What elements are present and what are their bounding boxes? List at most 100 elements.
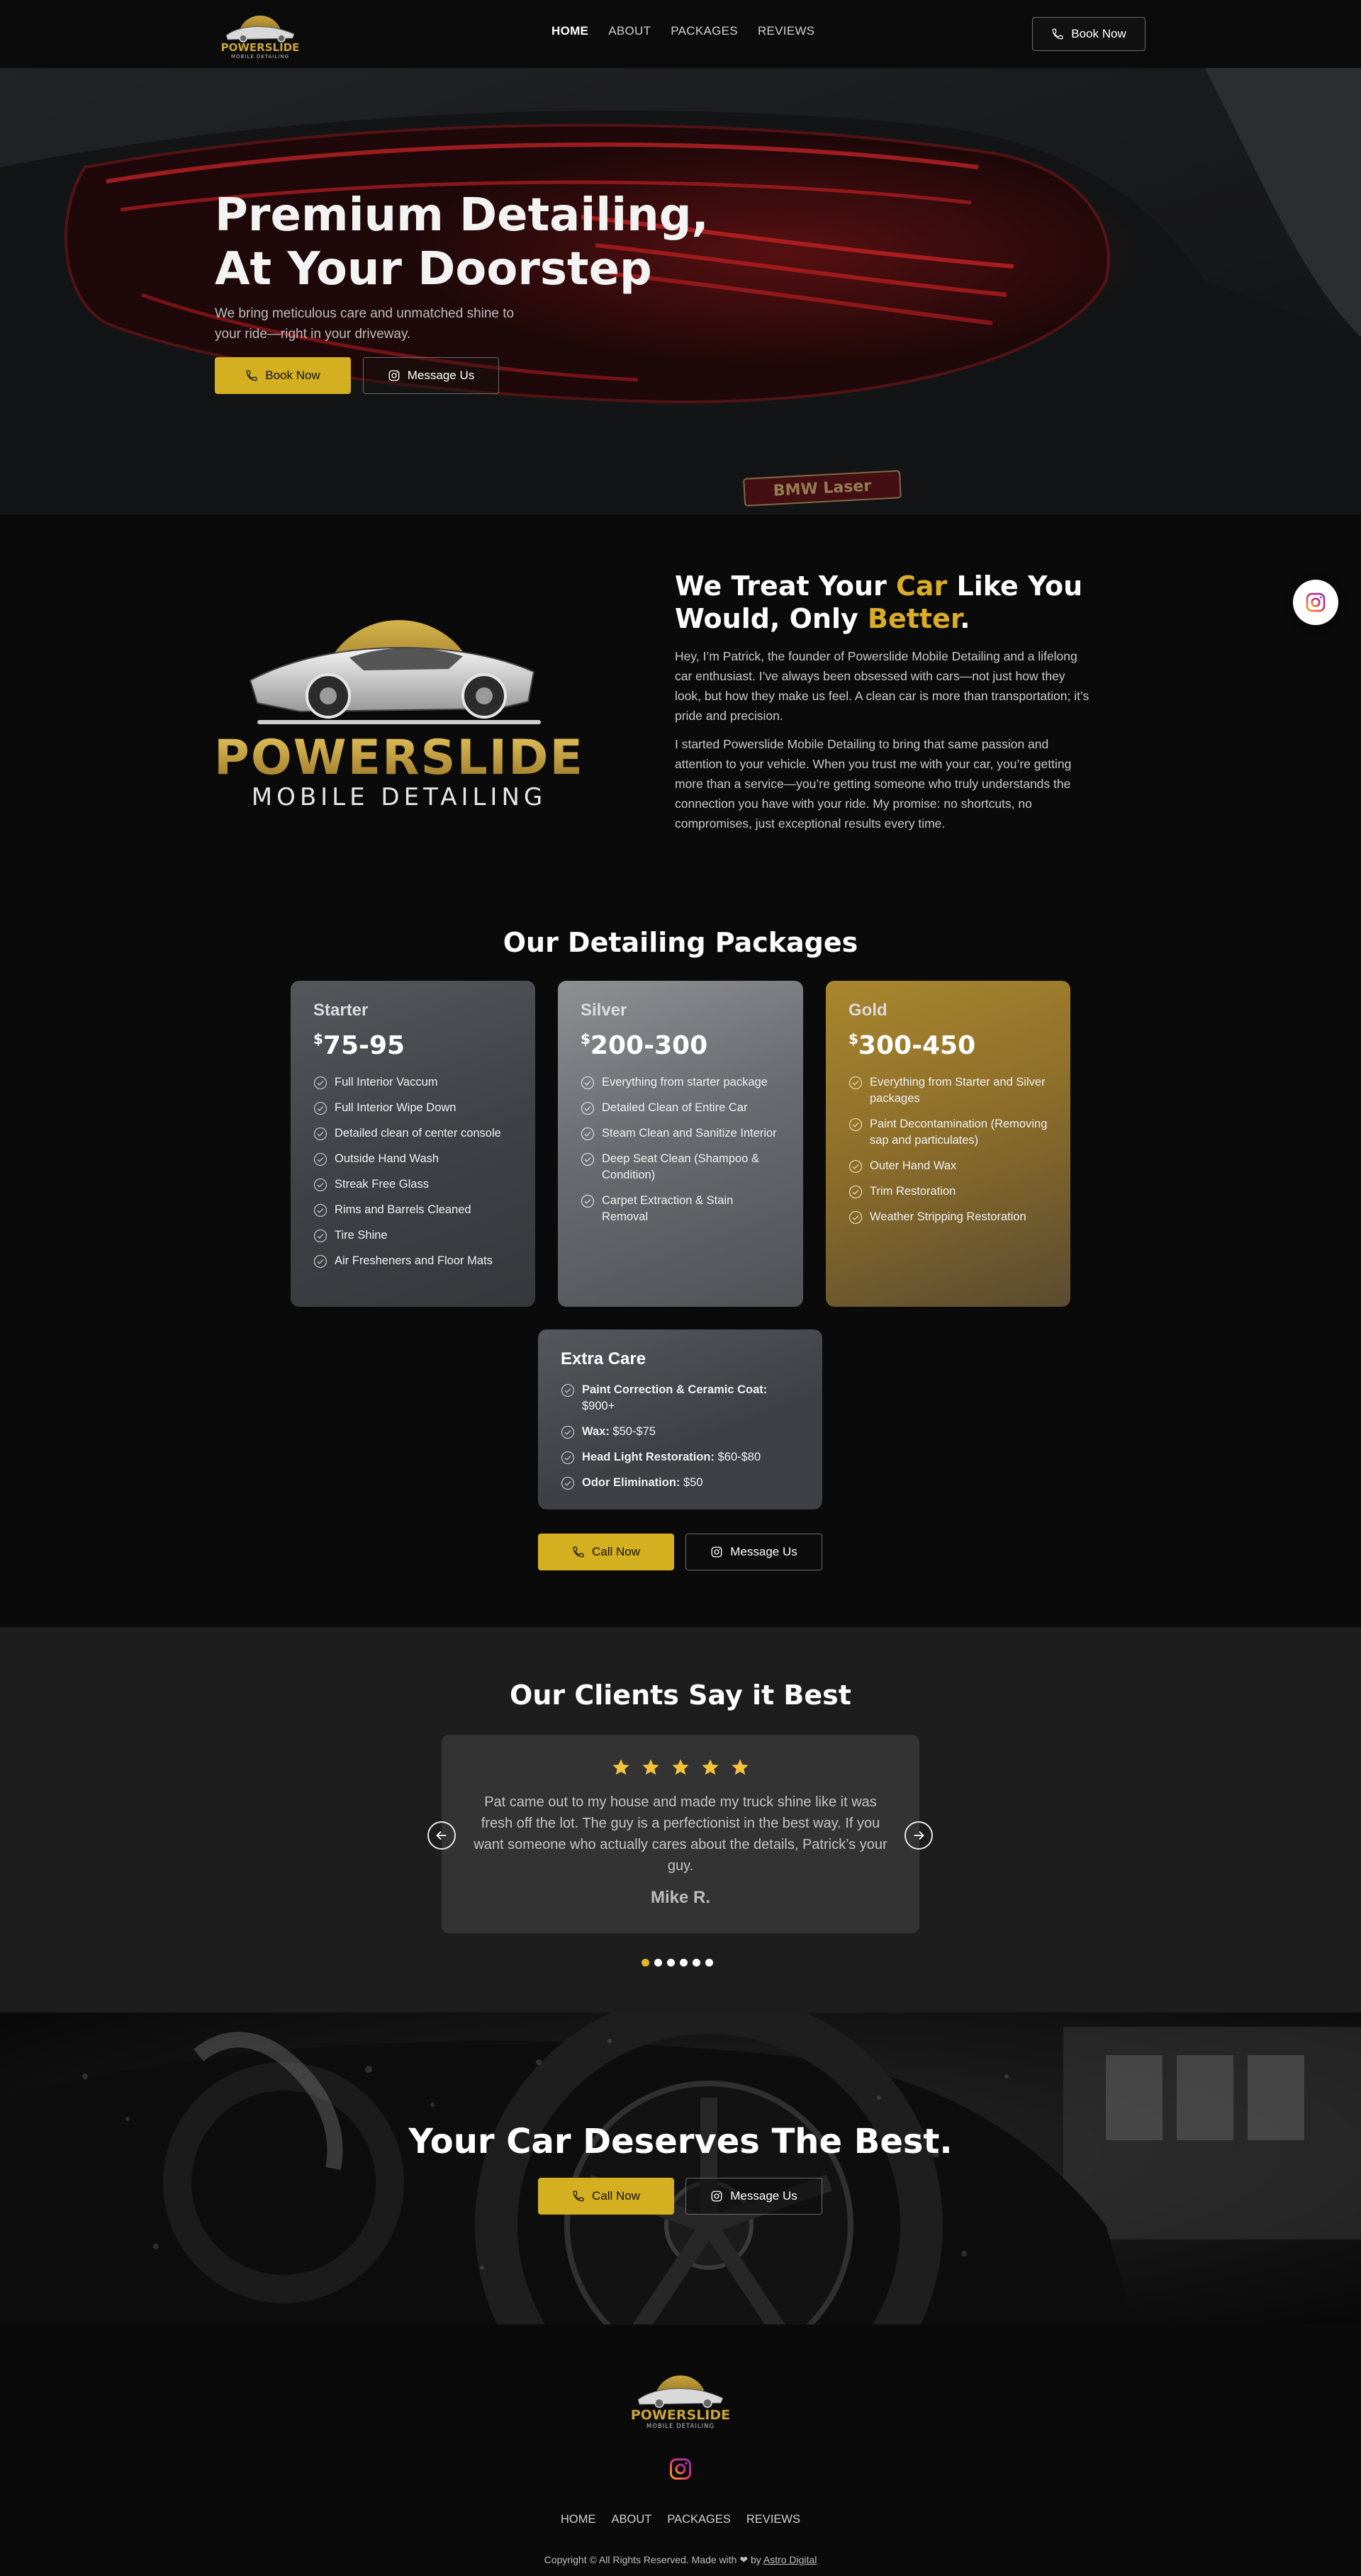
footer-logo[interactable]: POWERSLIDE MOBILE DETAILING	[624, 2364, 737, 2432]
packages-message-us-button[interactable]: Message Us	[685, 1534, 822, 1570]
hero-book-now-button[interactable]: Book Now	[215, 357, 351, 394]
feature-text: Full Interior Wipe Down	[335, 1101, 457, 1114]
feature-text: Tire Shine	[335, 1229, 388, 1242]
feature-text: Weather Stripping Restoration	[870, 1210, 1026, 1223]
phone-icon	[1052, 28, 1063, 40]
nav-link-about[interactable]: ABOUT	[608, 24, 651, 38]
arrow-right-icon	[914, 1830, 924, 1840]
extra-care-text: Head Light Restoration: $60-$80	[582, 1449, 761, 1466]
nav-link-reviews[interactable]: REVIEWS	[758, 24, 815, 38]
packages-call-now-label: Call Now	[591, 1545, 641, 1558]
feature-text: Deep Seat Clean (Shampoo & Condition)	[602, 1152, 759, 1181]
carousel-prev-button[interactable]	[427, 1821, 456, 1850]
package-feature-list: Everything from starter package Detailed…	[581, 1074, 780, 1225]
check-circle-icon	[313, 1178, 327, 1192]
check-circle-icon	[581, 1127, 595, 1141]
check-circle-icon	[313, 1152, 327, 1166]
check-circle-icon	[561, 1476, 575, 1490]
price-value: 75-95	[323, 1031, 405, 1060]
check-circle-icon	[313, 1229, 327, 1243]
footer-link-reviews[interactable]: REVIEWS	[746, 2513, 800, 2526]
instagram-icon[interactable]	[668, 2456, 693, 2482]
carousel-dot-2[interactable]	[654, 1959, 662, 1967]
cta-call-now-button[interactable]: Call Now	[538, 2178, 674, 2215]
reviews-title: Our Clients Say it Best	[510, 1680, 851, 1711]
extra-care-price: $50-$75	[609, 1425, 656, 1438]
nav-link-home[interactable]: HOME	[551, 24, 588, 38]
extra-care-price: $50	[680, 1476, 703, 1489]
feature-text: Paint Decontamination (Removing sap and …	[870, 1118, 1048, 1147]
feature-item: Rims and Barrels Cleaned	[313, 1202, 513, 1218]
feature-item: Full Interior Vaccum	[313, 1074, 513, 1091]
feature-item: Streak Free Glass	[313, 1176, 513, 1193]
nav-logo-tagline: MOBILE DETAILING	[231, 54, 289, 60]
credit-link[interactable]: Astro Digital	[763, 2554, 817, 2565]
floating-instagram-button[interactable]	[1293, 580, 1338, 625]
cta-section	[0, 2013, 1361, 2324]
feature-item: Full Interior Wipe Down	[313, 1100, 513, 1116]
package-card-starter: Starter $75-95 Full Interior Vaccum Full…	[291, 981, 535, 1307]
check-circle-icon	[313, 1101, 327, 1115]
feature-text: Carpet Extraction & Stain Removal	[602, 1194, 734, 1223]
nav-link-packages[interactable]: PACKAGES	[671, 24, 738, 38]
nav-logo[interactable]: POWERSLIDE MOBILE DETAILING	[215, 7, 306, 61]
carousel-dot-6[interactable]	[705, 1959, 713, 1967]
star-icon	[642, 1759, 659, 1775]
main-nav: HOME ABOUT PACKAGES REVIEWS	[551, 24, 814, 38]
feature-text: Everything from Starter and Silver packa…	[870, 1076, 1046, 1105]
feature-item: Carpet Extraction & Stain Removal	[581, 1193, 780, 1225]
feature-text: Streak Free Glass	[335, 1178, 429, 1191]
carousel-dot-4[interactable]	[680, 1959, 688, 1967]
extra-care-label: Wax:	[582, 1425, 610, 1438]
check-circle-icon	[848, 1118, 863, 1132]
check-circle-icon	[848, 1076, 863, 1090]
feature-item: Everything from starter package	[581, 1074, 780, 1091]
carousel-dot-3[interactable]	[667, 1959, 675, 1967]
about-logo-tagline: MOBILE DETAILING	[252, 783, 547, 811]
star-icon	[612, 1759, 629, 1775]
star-icon	[702, 1759, 719, 1775]
carousel-dot-5[interactable]	[693, 1959, 700, 1967]
cta-message-us-label: Message Us	[730, 2189, 797, 2203]
page: POWERSLIDE MOBILE DETAILING HOME ABOUT P…	[0, 0, 1361, 2576]
hero-title-line1: Premium Detailing,	[215, 189, 709, 242]
package-name: Extra Care	[561, 1349, 646, 1368]
carousel-pagination	[642, 1959, 713, 1967]
nav-book-now-button[interactable]: Book Now	[1032, 17, 1146, 51]
packages-title: Our Detailing Packages	[503, 927, 858, 958]
check-circle-icon	[848, 1159, 863, 1174]
packages-call-now-button[interactable]: Call Now	[538, 1534, 674, 1570]
check-circle-icon	[313, 1076, 327, 1090]
feature-item: Everything from Starter and Silver packa…	[848, 1074, 1048, 1107]
hero-message-us-button[interactable]: Message Us	[363, 357, 499, 394]
extra-care-price: $900+	[582, 1400, 615, 1412]
price-value: 200-300	[590, 1031, 708, 1060]
footer-link-about[interactable]: ABOUT	[611, 2513, 651, 2526]
instagram-icon	[711, 1546, 722, 1558]
feature-text: Detailed Clean of Entire Car	[602, 1101, 748, 1114]
feature-text: Air Fresheners and Floor Mats	[335, 1254, 493, 1267]
extra-care-label: Odor Elimination:	[582, 1476, 680, 1489]
extra-care-label: Head Light Restoration:	[582, 1451, 715, 1463]
site-header: POWERSLIDE MOBILE DETAILING HOME ABOUT P…	[0, 0, 1361, 68]
about-title-highlight-better: Better	[868, 603, 960, 634]
hero-title: Premium Detailing, At Your Doorstep	[215, 189, 782, 296]
feature-item: Detailed Clean of Entire Car	[581, 1100, 780, 1116]
cta-message-us-button[interactable]: Message Us	[685, 2178, 822, 2215]
carousel-next-button[interactable]	[904, 1821, 933, 1850]
instagram-icon	[388, 370, 400, 381]
footer-link-packages[interactable]: PACKAGES	[667, 2513, 731, 2526]
price-currency: $	[313, 1030, 323, 1047]
testimonial-text: Pat came out to my house and made my tru…	[474, 1794, 887, 1874]
nav-logo-wordmark: POWERSLIDE	[221, 41, 300, 54]
cta-title: Your Car Deserves The Best.	[408, 2122, 953, 2161]
footer-link-home[interactable]: HOME	[561, 2513, 596, 2526]
package-feature-list: Full Interior Vaccum Full Interior Wipe …	[313, 1074, 513, 1269]
price-value: 300-450	[858, 1031, 976, 1060]
phone-icon	[573, 1546, 584, 1558]
carousel-dot-1[interactable]	[642, 1959, 649, 1967]
extra-care-item: Odor Elimination: $50	[561, 1475, 800, 1491]
package-card-silver: Silver $200-300 Everything from starter …	[558, 981, 803, 1307]
about-title: We Treat Your Car Like You Would, Only B…	[675, 570, 1114, 635]
feature-item: Trim Restoration	[848, 1183, 1048, 1200]
